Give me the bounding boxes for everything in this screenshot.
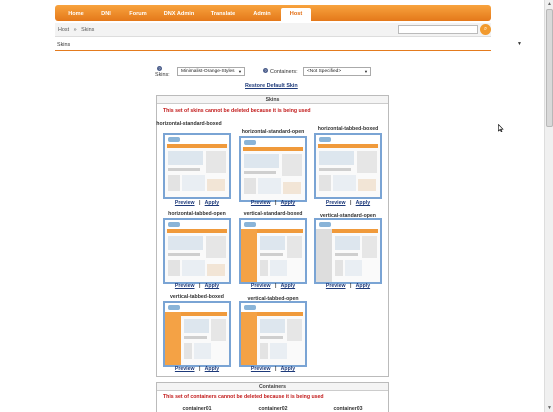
skins-warning: This set of skins cannot be deleted beca…	[163, 108, 311, 114]
preview-link[interactable]: Preview	[251, 283, 271, 289]
skin-title: horizontal-tabbed-boxed	[317, 126, 379, 132]
skin-thumbnail[interactable]	[163, 133, 231, 199]
search-icon[interactable]: ⌕	[480, 24, 491, 35]
module-title: Skins	[57, 42, 71, 48]
apply-link[interactable]: Apply	[281, 200, 295, 206]
tab-dni[interactable]: DNI	[93, 9, 119, 21]
apply-link[interactable]: Apply	[281, 366, 295, 372]
skin-thumbnail[interactable]	[163, 301, 231, 367]
tab-admin[interactable]: Admin	[245, 9, 279, 21]
link-separator: |	[349, 283, 352, 289]
link-separator: |	[349, 200, 352, 206]
apply-link[interactable]: Apply	[205, 283, 219, 289]
tab-translate[interactable]: Translate	[203, 9, 243, 21]
chevron-down-icon: ▼	[364, 69, 368, 74]
link-separator: |	[198, 283, 201, 289]
tab-host[interactable]: Host	[281, 8, 311, 21]
help-icon[interactable]: ?	[263, 68, 268, 73]
skins-label: Skins:	[155, 72, 170, 78]
preview-link[interactable]: Preview	[175, 366, 195, 372]
vertical-scrollbar[interactable]: ▲ ▼	[544, 0, 553, 412]
container-title: container02	[258, 406, 288, 412]
search-input[interactable]	[398, 25, 478, 34]
skin-thumbnail[interactable]	[314, 133, 382, 199]
apply-link[interactable]: Apply	[205, 200, 219, 206]
skin-actions: Preview | Apply	[307, 283, 389, 289]
skin-actions: Preview | Apply	[232, 283, 314, 289]
skin-thumbnail[interactable]	[239, 301, 307, 367]
tab-forum[interactable]: Forum	[121, 9, 155, 21]
skin-actions: Preview | Apply	[156, 366, 238, 372]
main-nav: Home DNI Forum DNX Admin Translate Admin…	[55, 5, 491, 21]
containers-select[interactable]: <Not Specified> ▼	[303, 67, 371, 76]
container-title: container01	[182, 406, 212, 412]
apply-link[interactable]: Apply	[356, 200, 370, 206]
scroll-up-icon[interactable]: ▲	[546, 0, 553, 8]
scrollbar-thumb[interactable]	[546, 9, 553, 127]
restore-default-skin-link[interactable]: Restore Default Skin	[245, 83, 298, 89]
preview-link[interactable]: Preview	[175, 283, 195, 289]
skin-thumbnail[interactable]	[239, 136, 307, 202]
skin-title: vertical-standard-boxed	[243, 211, 303, 217]
breadcrumb: Host » Skins	[58, 27, 94, 33]
apply-link[interactable]: Apply	[205, 366, 219, 372]
breadcrumb-current[interactable]: Skins	[81, 27, 94, 33]
skin-title: vertical-tabbed-boxed	[170, 294, 224, 300]
skin-title: horizontal-standard-boxed	[156, 121, 222, 127]
preview-link[interactable]: Preview	[175, 200, 195, 206]
containers-warning: This set of containers cannot be deleted…	[163, 394, 324, 400]
containers-panel-header: Containers	[157, 383, 388, 391]
link-separator: |	[274, 283, 277, 289]
preview-link[interactable]: Preview	[326, 283, 346, 289]
skin-actions: Preview | Apply	[232, 366, 314, 372]
skin-actions: Preview | Apply	[156, 283, 238, 289]
skins-panel-header: Skins	[157, 96, 388, 104]
link-separator: |	[198, 200, 201, 206]
tab-home[interactable]: Home	[61, 9, 91, 21]
skins-select-value: Minimalist-Orange-Styles	[181, 69, 235, 74]
skin-title: horizontal-tabbed-open	[168, 211, 226, 217]
cursor-icon	[498, 124, 504, 132]
skins-select[interactable]: Minimalist-Orange-Styles ▼	[177, 67, 245, 76]
module-header: Skins ▼	[55, 40, 522, 51]
container-title: container03	[333, 406, 363, 412]
containers-label: Containers:	[270, 69, 298, 75]
help-icon[interactable]: ?	[157, 66, 162, 71]
skin-actions: Preview | Apply	[232, 200, 314, 206]
skin-thumbnail[interactable]	[239, 218, 307, 284]
containers-select-value: <Not Specified>	[307, 69, 342, 74]
apply-link[interactable]: Apply	[356, 283, 370, 289]
skin-thumbnail[interactable]	[163, 218, 231, 284]
link-separator: |	[198, 366, 201, 372]
preview-link[interactable]: Preview	[251, 200, 271, 206]
preview-link[interactable]: Preview	[326, 200, 346, 206]
skin-thumbnail[interactable]	[314, 218, 382, 284]
skin-actions: Preview | Apply	[307, 200, 389, 206]
breadcrumb-root[interactable]: Host	[58, 27, 69, 33]
scroll-down-icon[interactable]: ▼	[546, 404, 553, 412]
link-separator: |	[274, 200, 277, 206]
skin-actions: Preview | Apply	[156, 200, 238, 206]
chevron-down-icon: ▼	[238, 69, 242, 74]
breadcrumb-separator: »	[73, 27, 77, 33]
preview-link[interactable]: Preview	[251, 366, 271, 372]
skin-title: horizontal-standard-open	[241, 129, 305, 135]
apply-link[interactable]: Apply	[281, 283, 295, 289]
chevron-down-icon[interactable]: ▼	[517, 41, 522, 47]
tab-dnx-admin[interactable]: DNX Admin	[157, 9, 201, 21]
link-separator: |	[274, 366, 277, 372]
